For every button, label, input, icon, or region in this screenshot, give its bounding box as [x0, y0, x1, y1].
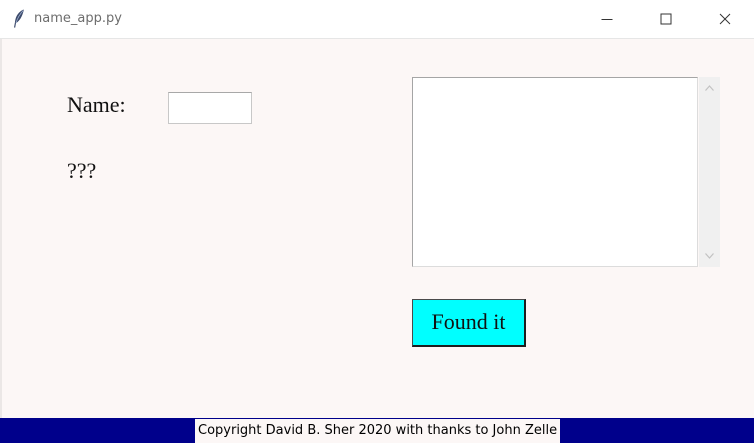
close-button[interactable]: [702, 0, 748, 38]
chevron-up-icon: [705, 85, 714, 91]
copyright-label: Copyright David B. Sher 2020 with thanks…: [195, 419, 561, 443]
footer-bar: Copyright David B. Sher 2020 with thanks…: [0, 418, 754, 443]
maximize-button[interactable]: [643, 0, 689, 38]
result-label: ???: [67, 158, 97, 183]
title-bar[interactable]: name_app.py: [0, 0, 754, 39]
scroll-up-button[interactable]: [699, 79, 720, 97]
feather-icon: [14, 9, 24, 28]
window-title: name_app.py: [34, 11, 122, 26]
vertical-scrollbar[interactable]: [699, 77, 720, 267]
maximize-icon: [660, 13, 672, 25]
chevron-down-icon: [705, 253, 714, 259]
found-it-button[interactable]: Found it: [412, 299, 526, 347]
close-icon: [719, 13, 731, 25]
scroll-down-button[interactable]: [699, 247, 720, 265]
minimize-button[interactable]: [584, 0, 630, 38]
name-input[interactable]: [168, 92, 252, 124]
app-window: name_app.py Name: ??? Found it Copyright…: [0, 0, 754, 443]
name-label: Name:: [67, 92, 126, 117]
minimize-icon: [601, 19, 613, 20]
output-textbox[interactable]: [412, 77, 698, 267]
